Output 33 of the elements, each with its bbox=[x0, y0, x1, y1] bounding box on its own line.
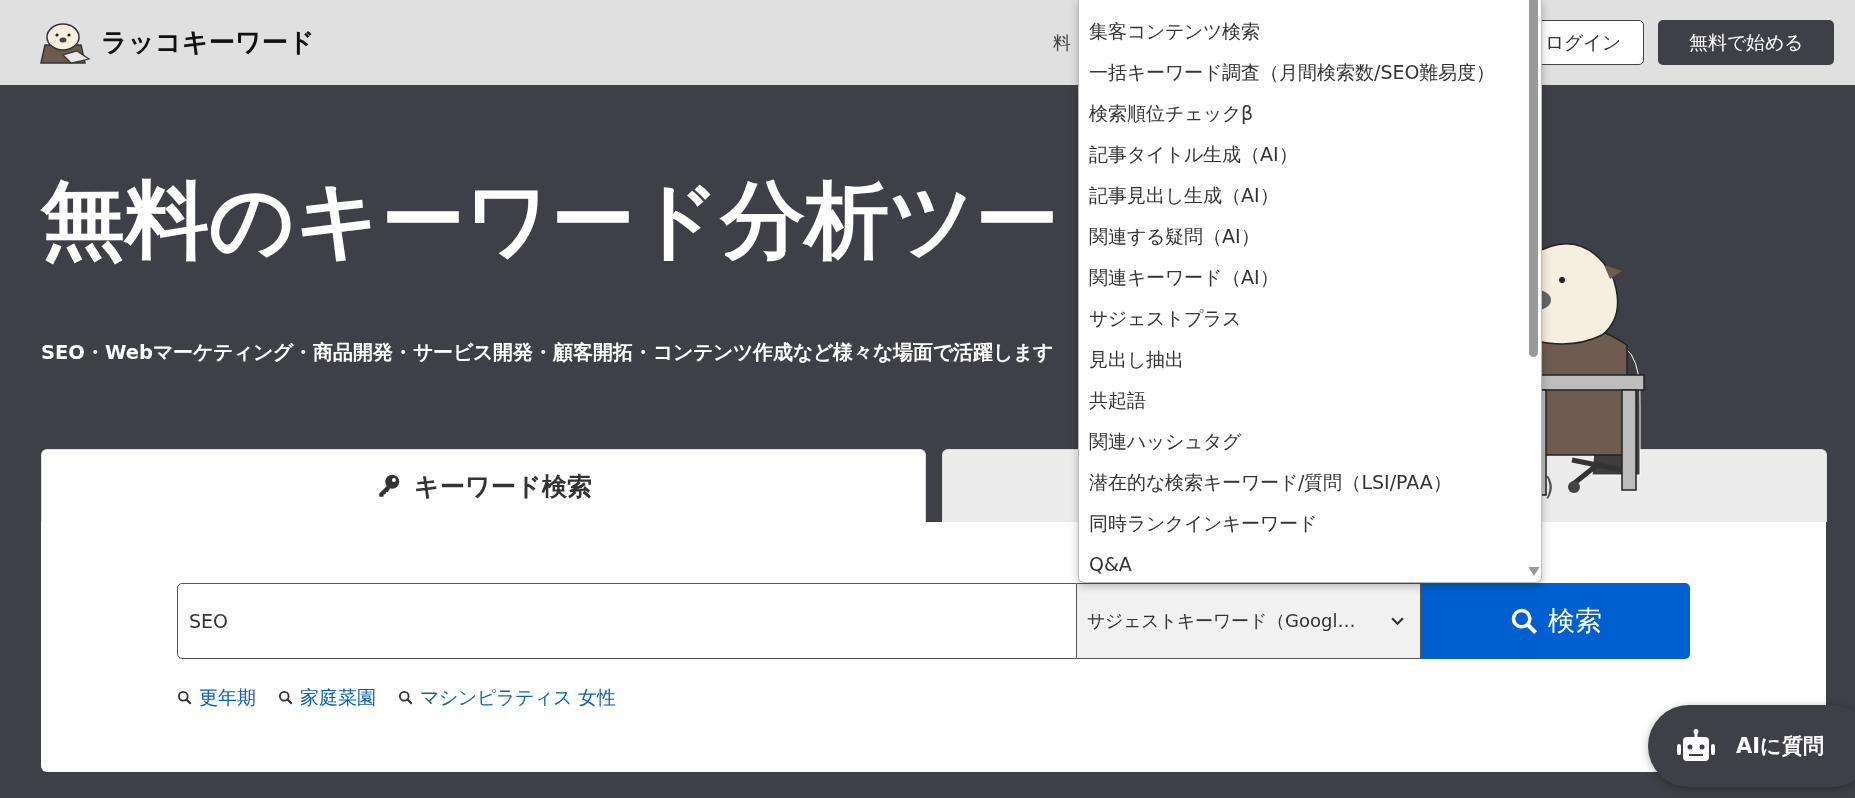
signup-button[interactable]: 無料で始める bbox=[1658, 20, 1834, 65]
search-button[interactable]: 検索 bbox=[1421, 583, 1690, 659]
dropdown-option[interactable]: 記事見出し生成（AI） bbox=[1079, 175, 1527, 216]
dropdown-option[interactable]: Q&A bbox=[1079, 544, 1527, 582]
dropdown-option[interactable]: 同時ランクインキーワード bbox=[1079, 503, 1527, 544]
nav-link[interactable]: 料 bbox=[1053, 30, 1071, 55]
suggested-keyword-link[interactable]: 更年期 bbox=[177, 685, 256, 710]
search-tab[interactable]: キーワード検索 bbox=[41, 449, 926, 522]
robot-icon bbox=[1676, 729, 1716, 763]
dropdown-option[interactable]: 関連キーワード（AI） bbox=[1079, 257, 1527, 298]
chevron-down-icon bbox=[1391, 616, 1404, 626]
hero-subtitle: SEO・Webマーケティング・商品開発・サービス開発・顧客開拓・コンテンツ作成など様々な場面で活躍します bbox=[41, 339, 1053, 366]
search-mode-select[interactable]: サジェストキーワード（Googl… bbox=[1077, 583, 1421, 659]
search-icon bbox=[278, 690, 293, 705]
suggested-keyword-link[interactable]: マシンピラティス 女性 bbox=[398, 685, 616, 710]
dropdown-option[interactable]: 関連ハッシュタグ bbox=[1079, 421, 1527, 462]
dropdown-option[interactable]: 共起語 bbox=[1079, 380, 1527, 421]
ai-chat-button[interactable]: AIに質問 bbox=[1648, 705, 1855, 787]
search-icon bbox=[398, 690, 413, 705]
dropdown-option[interactable]: 記事タイトル生成（AI） bbox=[1079, 134, 1527, 175]
search-icon bbox=[1509, 607, 1538, 635]
site-logo[interactable]: ラッコキーワード bbox=[101, 25, 315, 60]
dropdown-option[interactable]: 検索順位チェックβ bbox=[1079, 93, 1527, 134]
scroll-down-arrow-icon[interactable] bbox=[1528, 567, 1540, 576]
search-icon bbox=[177, 690, 192, 705]
keyword-input[interactable]: SEO bbox=[177, 583, 1077, 659]
dropdown-option[interactable]: 見出し抽出 bbox=[1079, 339, 1527, 380]
suggested-keyword-link[interactable]: 家庭菜園 bbox=[278, 685, 376, 710]
dropdown-option[interactable]: サジェストプラス bbox=[1079, 298, 1527, 339]
scrollbar-thumb[interactable] bbox=[1529, 0, 1538, 357]
dropdown-option[interactable]: 潜在的な検索キーワード/質問（LSI/PAA） bbox=[1079, 462, 1527, 503]
dropdown-option[interactable]: 関連する疑問（AI） bbox=[1079, 216, 1527, 257]
hero-title: 無料のキーワード分析ツー bbox=[41, 170, 1059, 271]
